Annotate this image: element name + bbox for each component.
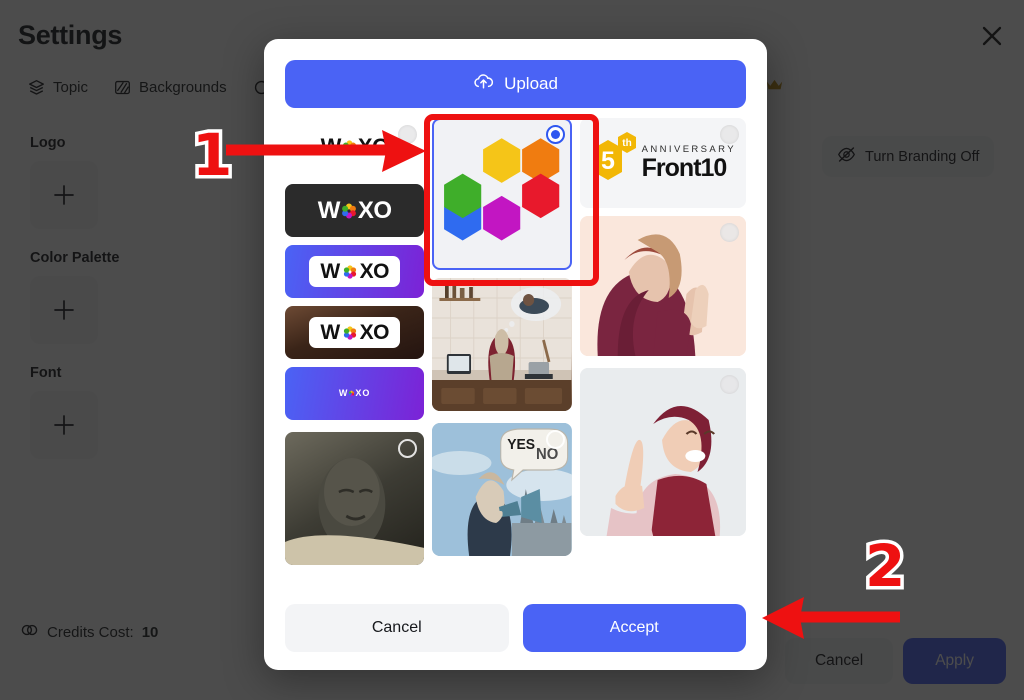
woxo-flower-icon	[342, 139, 356, 155]
kitchen-photo	[432, 278, 572, 411]
pointing-photo	[579, 368, 746, 536]
app-root: Settings Topic	[0, 0, 1024, 700]
logo-item-woxo-white[interactable]: W XO	[285, 118, 425, 176]
modal-header: Upload	[264, 39, 767, 118]
grid-column-2: YES NO	[432, 118, 572, 556]
logo-item-photo-mummy[interactable]	[285, 432, 425, 565]
anniversary-badge-icon: 5 th	[593, 132, 636, 180]
logo-grid: W XO W XO W XO W XO W XO YES NO 5 th ANN…	[285, 118, 746, 565]
logo-item-woxo-gradient[interactable]: W XO	[285, 245, 425, 298]
logo-item-hexagon-flower[interactable]	[432, 118, 572, 270]
radio-checked[interactable]	[545, 125, 565, 144]
logo-picker-modal: Upload W XO W XO W XO W XO W XO YES NO 5…	[264, 39, 767, 670]
woxo-brand-text-1: W	[320, 134, 342, 159]
cloud-upload-icon	[473, 73, 494, 95]
woxo-flower-icon	[343, 264, 356, 279]
grid-column-3: 5 th ANNIVERSARY Front10	[579, 118, 746, 536]
logo-item-woxo-fire[interactable]: W XO	[285, 306, 425, 359]
logo-item-photo-kitchen[interactable]	[432, 278, 572, 411]
upload-label: Upload	[504, 74, 558, 93]
woxo-flower-icon	[343, 325, 356, 340]
anniversary-subtitle: ANNIVERSARY	[641, 143, 736, 155]
logo-item-photo-yesno[interactable]: YES NO	[432, 423, 572, 556]
woxo-brand-text-2: XO	[357, 134, 389, 159]
radio-unchecked[interactable]	[720, 223, 739, 242]
radio-unchecked[interactable]	[545, 430, 565, 449]
speech-bubble-yes: YES	[508, 437, 536, 454]
modal-footer: Cancel Accept	[264, 590, 767, 670]
woxo-flower-icon	[349, 390, 355, 397]
logo-grid-scroll[interactable]: W XO W XO W XO W XO W XO YES NO 5 th ANN…	[264, 118, 767, 590]
logo-item-photo-pointing[interactable]	[579, 368, 746, 536]
logo-item-front10-anniversary[interactable]: 5 th ANNIVERSARY Front10	[579, 118, 746, 208]
modal-cancel-button[interactable]: Cancel	[285, 604, 509, 652]
woxo-flower-icon	[341, 203, 356, 218]
grid-column-1: W XO W XO W XO W XO W XO	[285, 118, 425, 565]
logo-item-woxo-dark[interactable]: W XO	[285, 184, 425, 237]
radio-unchecked[interactable]	[720, 125, 739, 144]
anniversary-brand: Front10	[641, 153, 728, 182]
upload-button[interactable]: Upload	[285, 60, 746, 108]
woxo-pill: W XO	[309, 317, 400, 348]
anniversary-ordinal: th	[622, 138, 631, 149]
radio-unchecked[interactable]	[720, 375, 739, 394]
modal-accept-button[interactable]: Accept	[522, 604, 746, 652]
woxo-pill: W XO	[309, 256, 400, 287]
logo-item-photo-praying[interactable]	[579, 216, 746, 356]
anniversary-number: 5	[601, 147, 615, 175]
logo-item-woxo-purple[interactable]: W XO	[285, 367, 425, 420]
